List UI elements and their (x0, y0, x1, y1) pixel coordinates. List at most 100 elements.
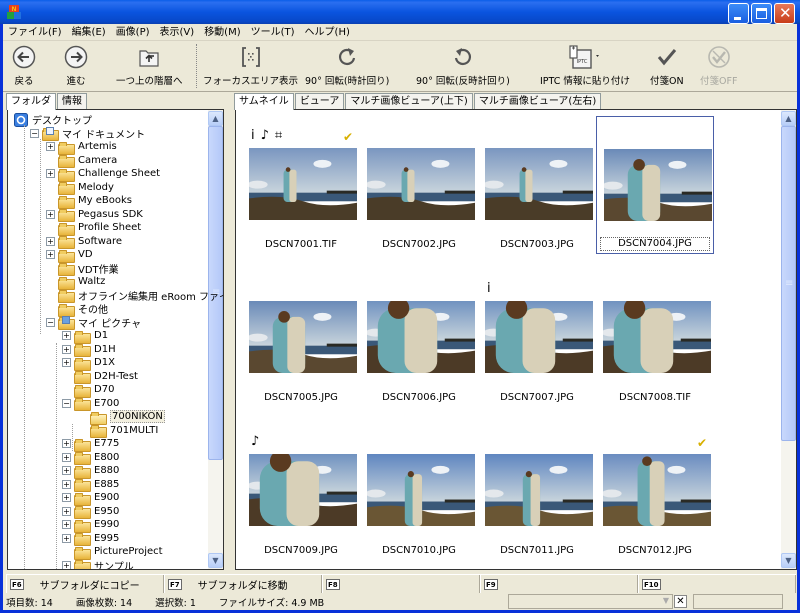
tree-item[interactable]: Melody (46, 181, 114, 196)
tree-item[interactable]: + E995 (62, 532, 119, 547)
expand-icon[interactable]: + (46, 209, 55, 219)
tree-item[interactable]: − マイ ピクチャ (46, 316, 141, 331)
scroll-down-button[interactable]: ▼ (208, 553, 223, 568)
tree-item[interactable]: + D1H (62, 343, 116, 358)
expand-icon[interactable]: + (46, 142, 55, 152)
expand-icon[interactable]: + (62, 560, 71, 569)
status-combo[interactable]: ▼ (508, 594, 673, 609)
expand-icon[interactable]: + (62, 358, 71, 368)
thumbnail-item[interactable]: ♪ DSCN7009.JPG (242, 422, 360, 560)
thumbnail-item[interactable]: ✔ DSCN7012.JPG (596, 422, 714, 560)
menu-tools[interactable]: ツール(T) (246, 24, 300, 41)
tree-item[interactable]: オフライン編集用 eRoom ファイル (46, 289, 223, 304)
tab-multi-viewer-vertical[interactable]: マルチ画像ビューア(上下) (345, 93, 473, 109)
menu-move[interactable]: 移動(M) (199, 24, 245, 41)
menu-file[interactable]: ファイル(F) (3, 24, 67, 41)
tree-item[interactable]: Waltz (46, 275, 105, 290)
maximize-button[interactable] (751, 3, 772, 24)
tab-multi-viewer-horizontal[interactable]: マルチ画像ビューア(左右) (473, 93, 602, 109)
tree-item[interactable]: 700NIKON (78, 410, 165, 425)
fkey-f6[interactable]: F6 サブフォルダにコピー (6, 575, 164, 593)
tree-item[interactable]: Profile Sheet (46, 221, 141, 236)
tree-item[interactable]: + Challenge Sheet (46, 167, 160, 182)
tree-item[interactable]: + Software (46, 235, 122, 250)
thumbnail-item[interactable]: DSCN7005.JPG (242, 269, 360, 407)
tree-item[interactable]: + E885 (62, 478, 119, 493)
tree-scrollbar[interactable]: ▲ ▼ (208, 110, 223, 569)
tree-item[interactable]: その他 (46, 302, 108, 317)
expand-icon[interactable]: + (62, 344, 71, 354)
tree-item[interactable]: − マイ ドキュメント (30, 127, 145, 142)
expand-icon[interactable]: + (62, 533, 71, 543)
focus-area-button[interactable]: フォーカスエリア表示 (203, 44, 298, 90)
tree-item[interactable]: + VD (46, 248, 93, 263)
tree-item[interactable]: + サンプル (62, 559, 134, 569)
scroll-down-button[interactable]: ▼ (781, 553, 796, 568)
tree-item[interactable]: 701MULTI (78, 424, 158, 439)
thumbnail-item[interactable]: DSCN7006.JPG (360, 269, 478, 407)
close-button[interactable]: ✕ (774, 3, 795, 24)
thumbnail-item[interactable]: i DSCN7007.JPG (478, 269, 596, 407)
thumbnail-item[interactable]: i ♪ ⌗ ✔ DSCN7001.TIF (242, 116, 360, 254)
collapse-icon[interactable]: − (46, 317, 55, 327)
expand-icon[interactable]: + (62, 439, 71, 449)
tab-info[interactable]: 情報 (57, 93, 87, 109)
expand-icon[interactable]: + (62, 331, 71, 341)
scroll-up-button[interactable]: ▲ (208, 111, 223, 126)
tree-item[interactable]: D70 (62, 383, 114, 398)
tree-item[interactable]: + E775 (62, 437, 119, 452)
scroll-up-button[interactable]: ▲ (781, 111, 796, 126)
collapse-icon[interactable]: − (62, 398, 71, 408)
tree-item[interactable]: + E950 (62, 505, 119, 520)
tag-off-button[interactable]: 付箋OFF (700, 44, 737, 90)
rotate-ccw-button[interactable]: 90° 回転(反時計回り) (416, 44, 510, 90)
scroll-thumb[interactable] (781, 126, 796, 441)
tree-item[interactable]: + E990 (62, 518, 119, 533)
fkey-f9[interactable]: F9 (480, 575, 638, 593)
tab-thumbnail[interactable]: サムネイル (234, 93, 294, 110)
thumbnail-item[interactable]: DSCN7002.JPG (360, 116, 478, 254)
tab-viewer[interactable]: ビューア (294, 93, 345, 109)
iptc-paste-button[interactable]: IPTC IPTC 情報に貼り付け (540, 44, 630, 90)
tab-folder[interactable]: フォルダ (6, 93, 56, 110)
tree-item[interactable]: PictureProject (62, 545, 163, 560)
tree-item[interactable]: + E900 (62, 491, 119, 506)
tree-item[interactable]: + E880 (62, 464, 119, 479)
thumbnail-scrollbar[interactable]: ▲ ▼ (781, 110, 796, 569)
tree-item[interactable]: + Artemis (46, 140, 117, 155)
tree-item[interactable]: VDT作業 (46, 262, 119, 277)
up-folder-button[interactable]: 一つ上の階層へ (116, 44, 183, 90)
tree-item[interactable]: My eBooks (46, 194, 132, 209)
expand-icon[interactable]: + (62, 520, 71, 530)
expand-icon[interactable]: + (62, 506, 71, 516)
tree-item[interactable]: + Pegasus SDK (46, 208, 143, 223)
expand-icon[interactable]: + (62, 466, 71, 476)
expand-icon[interactable]: + (62, 452, 71, 462)
tree-item[interactable]: デスクトップ (14, 112, 92, 127)
tree-item[interactable]: D2H-Test (62, 370, 138, 385)
expand-icon[interactable]: + (62, 493, 71, 503)
thumbnail-item[interactable]: DSCN7003.JPG (478, 116, 596, 254)
tree-item[interactable]: − E700 (62, 397, 119, 412)
expand-icon[interactable]: + (46, 169, 55, 179)
expand-icon[interactable]: + (62, 479, 71, 489)
rotate-cw-button[interactable]: 90° 回転(時計回り) (305, 44, 389, 90)
menu-help[interactable]: ヘルプ(H) (300, 24, 355, 41)
back-button[interactable]: 戻る (11, 44, 37, 90)
tree-item[interactable]: + E800 (62, 451, 119, 466)
tag-on-button[interactable]: 付箋ON (650, 44, 684, 90)
thumbnail-item[interactable]: DSCN7004.JPG (596, 116, 714, 254)
fkey-f7[interactable]: F7 サブフォルダに移動 (164, 575, 322, 593)
tree-item[interactable]: Camera (46, 154, 117, 169)
expand-icon[interactable]: + (46, 236, 55, 246)
forward-button[interactable]: 進む (63, 44, 89, 90)
thumbnail-item[interactable]: DSCN7011.JPG (478, 422, 596, 560)
thumbnail-item[interactable]: DSCN7008.TIF (596, 269, 714, 407)
fkey-f10[interactable]: F10 (638, 575, 796, 593)
status-close-button[interactable]: ✕ (674, 595, 687, 608)
collapse-icon[interactable]: − (30, 128, 39, 138)
menu-view[interactable]: 表示(V) (155, 24, 200, 41)
menu-image[interactable]: 画像(P) (111, 24, 155, 41)
menu-edit[interactable]: 編集(E) (67, 24, 111, 41)
tree-item[interactable]: + D1X (62, 356, 115, 371)
